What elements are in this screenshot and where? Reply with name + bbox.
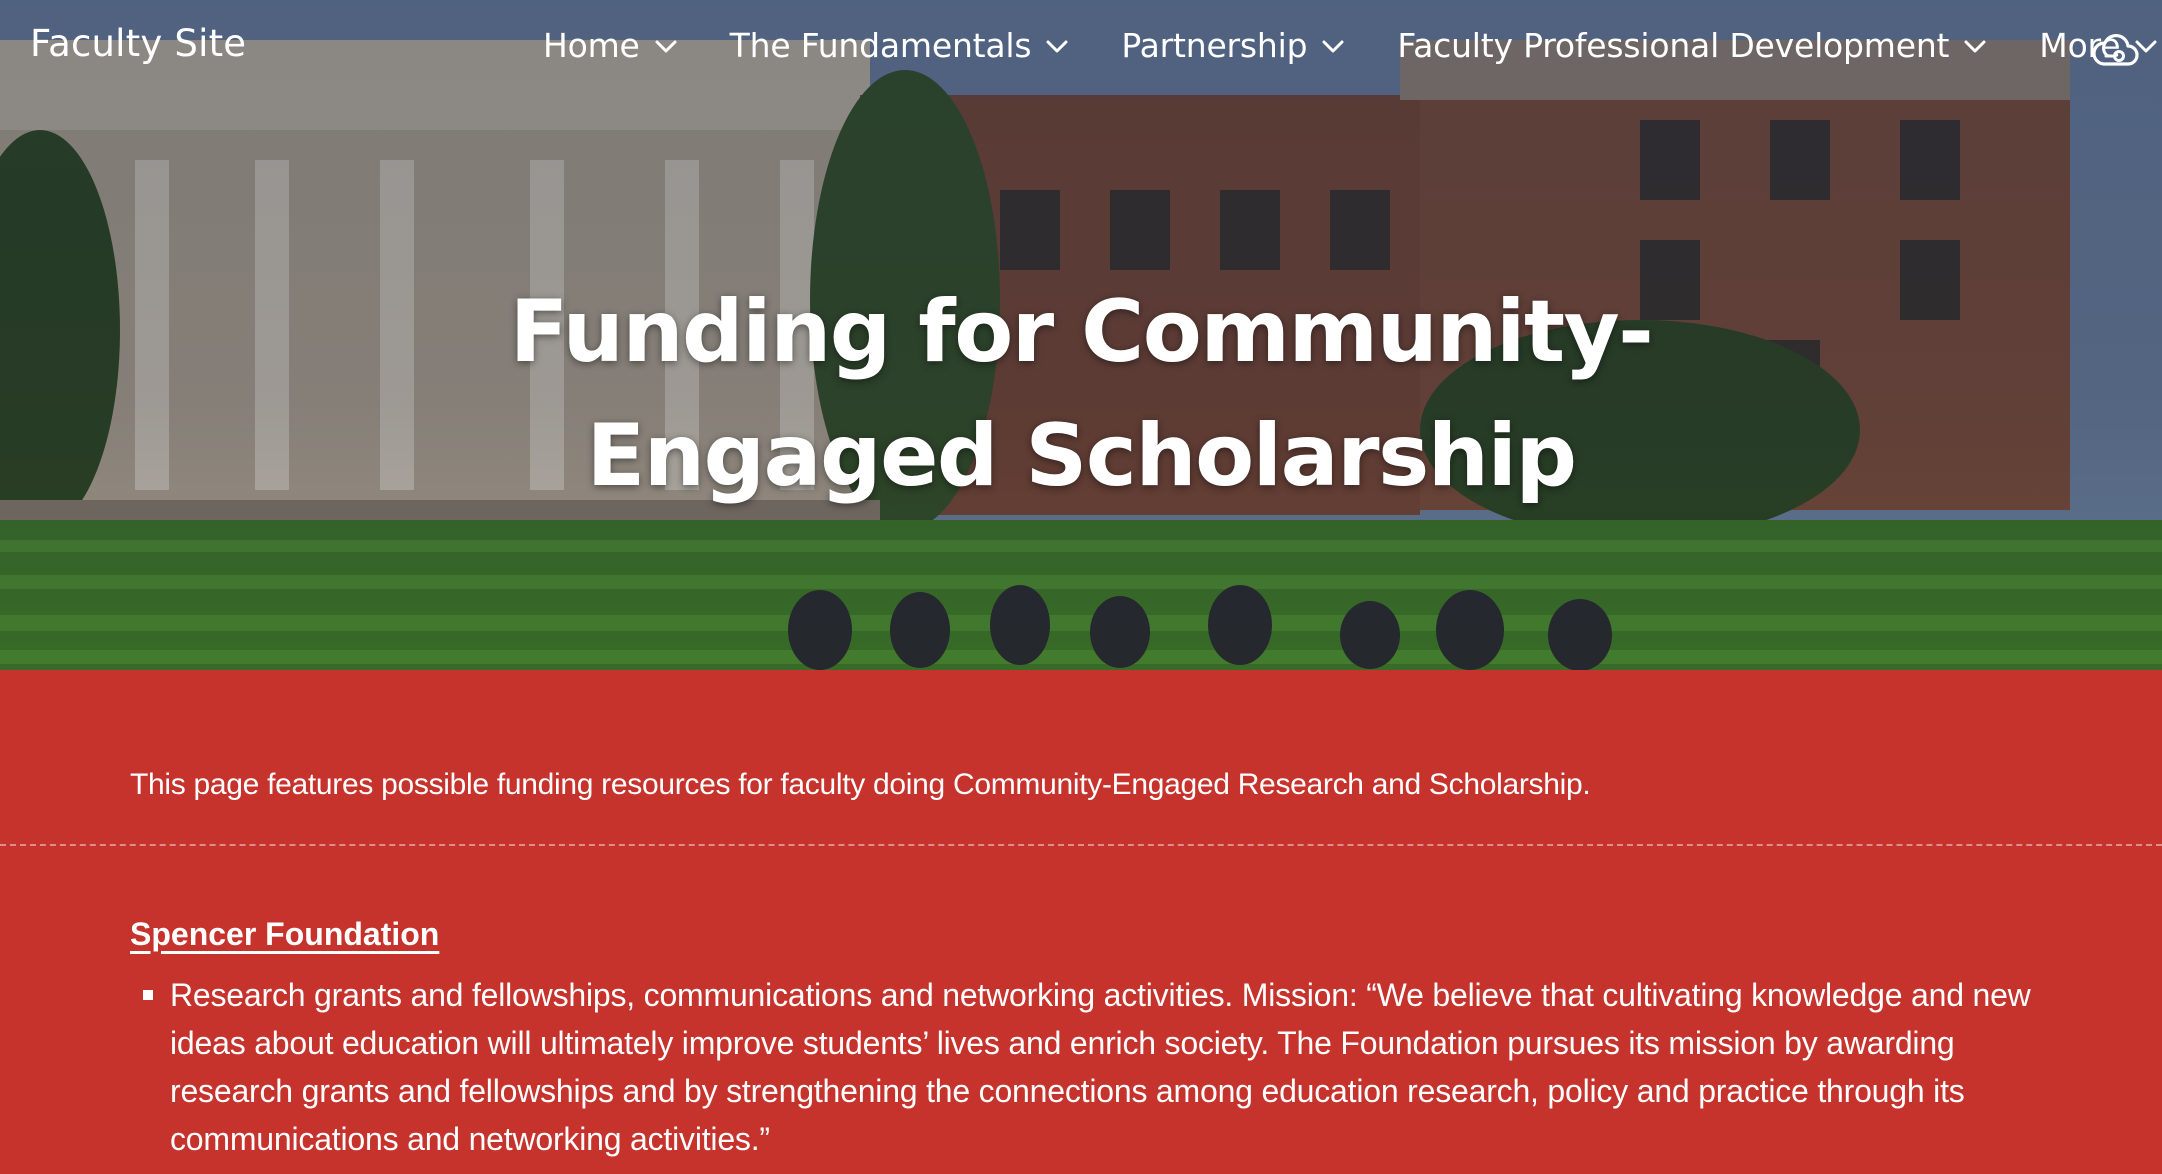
top-navigation: Faculty Site Home The Fundamentals Partn… — [0, 0, 2162, 100]
hero-banner: Faculty Site Home The Fundamentals Partn… — [0, 0, 2162, 670]
list-item-text: Research grants and fellowships, communi… — [170, 977, 2031, 1157]
nav-menu: Home The Fundamentals Partnership Facult… — [543, 26, 2162, 65]
nav-item-label: Partnership — [1121, 26, 1308, 65]
chevron-down-icon — [1046, 40, 1068, 52]
chevron-down-icon — [1322, 40, 1344, 52]
list-item: Research grants and fellowships, communi… — [130, 971, 2060, 1163]
funding-section-spencer-foundation: Spencer Foundation Research grants and f… — [0, 846, 2162, 1163]
chevron-down-icon — [655, 40, 677, 52]
nav-item-the-fundamentals[interactable]: The Fundamentals — [730, 26, 1070, 65]
bullet-list: Research grants and fellowships, communi… — [130, 971, 2060, 1163]
page-title-line-2: Engaged Scholarship — [586, 405, 1577, 506]
nav-item-home[interactable]: Home — [543, 26, 678, 65]
nav-item-label: Home — [543, 26, 640, 65]
chevron-down-icon — [1964, 40, 1986, 52]
nav-item-label: The Fundamentals — [729, 26, 1032, 65]
site-title-link[interactable]: Faculty Site — [30, 22, 246, 65]
nav-item-faculty-professional-development[interactable]: Faculty Professional Development — [1397, 26, 1987, 65]
spencer-foundation-link[interactable]: Spencer Foundation — [130, 916, 439, 953]
nav-item-label: Faculty Professional Development — [1397, 26, 1950, 65]
page-title-line-1: Funding for Community- — [509, 281, 1654, 382]
cloud-icon[interactable] — [2090, 30, 2140, 72]
square-bullet-icon — [143, 990, 153, 1000]
intro-section: This page features possible funding reso… — [0, 670, 2162, 846]
page-title: Funding for Community- Engaged Scholarsh… — [0, 270, 2162, 518]
nav-item-partnership[interactable]: Partnership — [1121, 26, 1345, 65]
main-content: This page features possible funding reso… — [0, 670, 2162, 1163]
intro-text: This page features possible funding reso… — [130, 768, 1591, 801]
